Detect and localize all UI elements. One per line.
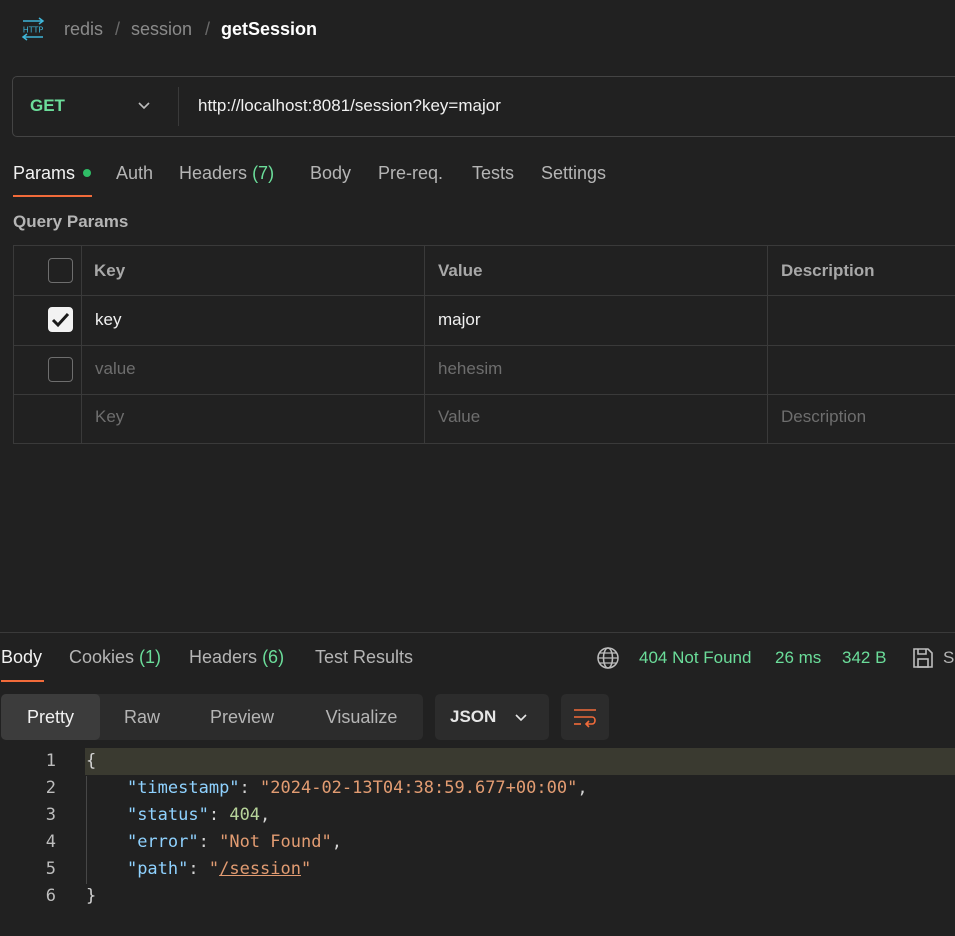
- json-key: "error": [126, 832, 199, 852]
- column-divider: [81, 245, 82, 444]
- save-response-button[interactable]: S: [943, 648, 954, 668]
- code-line: "error": "Not Found",: [126, 832, 342, 852]
- line-number: 1: [45, 751, 56, 771]
- column-header-description: Description: [781, 261, 875, 280]
- url-divider: [178, 87, 179, 126]
- json-number: 404: [229, 805, 261, 825]
- tab-auth[interactable]: Auth: [116, 162, 153, 184]
- response-tab-cookies[interactable]: Cookies (1): [69, 647, 161, 668]
- view-mode-preview[interactable]: Preview: [184, 694, 300, 740]
- tab-settings[interactable]: Settings: [541, 162, 606, 184]
- column-divider: [767, 245, 768, 444]
- json-string: "Not Found": [219, 832, 332, 852]
- breadcrumb-separator: /: [115, 19, 121, 39]
- row-divider: [13, 345, 955, 346]
- column-header-value: Value: [438, 261, 483, 280]
- checkmark-icon: [51, 312, 70, 328]
- response-time[interactable]: 26 ms: [775, 648, 821, 668]
- breadcrumb-collection[interactable]: redis: [64, 18, 103, 40]
- response-tab-body[interactable]: Body: [1, 647, 42, 668]
- response-headers-label: Headers: [189, 647, 258, 667]
- params-active-dot: [83, 169, 91, 177]
- active-response-tab-indicator: [1, 680, 44, 682]
- response-tab-test-results[interactable]: Test Results: [315, 647, 413, 668]
- tab-tests[interactable]: Tests: [472, 162, 514, 184]
- active-tab-indicator: [13, 195, 92, 197]
- json-key: "timestamp": [126, 778, 240, 798]
- view-mode-raw[interactable]: Raw: [100, 694, 184, 740]
- cookies-label: Cookies: [69, 647, 135, 667]
- method-select[interactable]: GET: [30, 96, 65, 116]
- param-enabled-checkbox[interactable]: [48, 357, 73, 382]
- param-key-field[interactable]: key: [95, 310, 121, 330]
- json-key: "status": [126, 805, 209, 825]
- response-tab-headers[interactable]: Headers (6): [189, 647, 284, 668]
- param-value-field[interactable]: major: [438, 310, 481, 330]
- chevron-down-icon: [515, 714, 527, 722]
- format-label: JSON: [450, 707, 497, 726]
- code-line: {: [86, 751, 96, 771]
- save-icon[interactable]: [911, 646, 935, 670]
- column-divider: [424, 245, 425, 444]
- tab-headers-label: Headers: [179, 163, 248, 183]
- http-request-icon: HTTP: [21, 17, 45, 41]
- json-string: "2024-02-13T04:38:59.677+00:00": [260, 778, 578, 798]
- param-key-field[interactable]: value: [95, 359, 136, 379]
- json-quote: ": [301, 859, 312, 879]
- tab-headers[interactable]: Headers (7): [179, 162, 274, 184]
- row-divider: [13, 394, 955, 395]
- json-brace: {: [86, 751, 97, 771]
- line-number: 3: [45, 805, 56, 825]
- code-line: "path": "/session": [126, 859, 312, 879]
- code-line: "timestamp": "2024-02-13T04:38:59.677+00…: [126, 778, 588, 798]
- view-mode-pretty[interactable]: Pretty: [1, 694, 100, 740]
- new-param-description-input[interactable]: Description: [781, 407, 866, 427]
- row-divider: [13, 295, 955, 296]
- breadcrumb-separator: /: [205, 19, 211, 39]
- json-quote: ": [208, 859, 220, 879]
- wrap-lines-icon: [574, 709, 596, 728]
- json-key: "path": [126, 859, 189, 879]
- chevron-down-icon[interactable]: [137, 99, 151, 113]
- tab-prereq[interactable]: Pre-req.: [378, 162, 443, 184]
- new-param-value-input[interactable]: Value: [438, 407, 480, 427]
- param-enabled-checkbox[interactable]: [48, 307, 73, 332]
- response-size[interactable]: 342 B: [842, 648, 886, 668]
- tab-body[interactable]: Body: [310, 162, 351, 184]
- code-line: }: [86, 886, 96, 906]
- json-brace: }: [86, 886, 97, 906]
- new-param-key-input[interactable]: Key: [95, 407, 124, 427]
- url-input[interactable]: http://localhost:8081/session?key=major: [198, 96, 501, 116]
- code-line: "status": 404,: [126, 805, 271, 825]
- svg-text:HTTP: HTTP: [23, 26, 44, 35]
- pane-splitter[interactable]: [0, 632, 955, 633]
- response-headers-count: (6): [262, 647, 285, 667]
- tab-headers-count: (7): [252, 163, 275, 183]
- line-number: 5: [45, 859, 56, 879]
- globe-icon[interactable]: [596, 646, 620, 670]
- status-code[interactable]: 404 Not Found: [639, 648, 751, 668]
- breadcrumb-folder[interactable]: session: [131, 18, 192, 40]
- query-params-title: Query Params: [13, 212, 129, 231]
- cookies-count: (1): [139, 647, 162, 667]
- line-number: 2: [45, 778, 56, 798]
- param-value-field[interactable]: hehesim: [438, 359, 502, 379]
- current-line-highlight: [85, 748, 955, 775]
- json-path-link[interactable]: /session: [219, 859, 301, 879]
- column-header-key: Key: [94, 261, 126, 280]
- request-name[interactable]: getSession: [221, 18, 317, 40]
- view-mode-visualize[interactable]: Visualize: [300, 694, 423, 740]
- line-number: 4: [45, 832, 56, 852]
- line-number: 6: [45, 886, 56, 906]
- tab-params[interactable]: Params: [13, 162, 75, 184]
- select-all-checkbox[interactable]: [48, 258, 73, 283]
